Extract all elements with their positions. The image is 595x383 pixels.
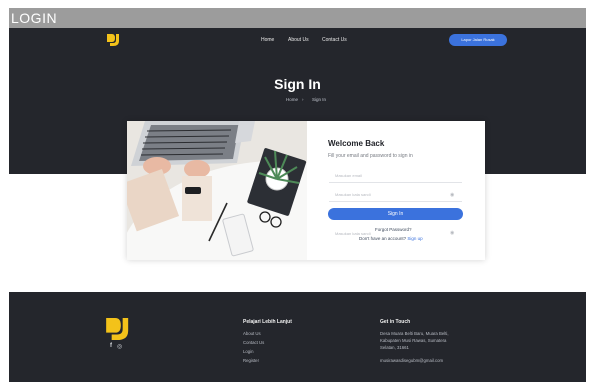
footer-contact-link[interactable]: Contact Us (243, 340, 264, 345)
footer-logo-icon[interactable] (106, 318, 132, 340)
footer-login-link[interactable]: Login (243, 349, 254, 354)
footer-learn-heading: Pelajari Lebih Lanjut (243, 319, 292, 325)
login-photo (127, 121, 307, 260)
register-prompt: Don't have an account? (359, 236, 407, 241)
nav-contact-link[interactable]: Contact Us (322, 37, 347, 43)
eye-icon[interactable]: ◉ (450, 192, 454, 198)
facebook-icon[interactable]: f (110, 343, 112, 349)
nav-about-link[interactable]: About Us (288, 37, 309, 43)
footer-address-line: Kabupaten Musi Rawas, Sumatera (380, 338, 447, 343)
form-subtitle: Fill your email and password to sign in (328, 153, 413, 159)
footer-about-link[interactable]: About Us (243, 331, 261, 336)
logo-icon[interactable] (107, 34, 121, 46)
footer-contact-heading: Get in Touch (380, 319, 411, 325)
footer-email[interactable]: musirawasdisegubm@gmail.com (380, 358, 443, 363)
nav-home-link[interactable]: Home (261, 37, 274, 43)
password-field[interactable]: Masukan kata sandi (329, 188, 462, 202)
instagram-icon[interactable]: ◎ (117, 343, 122, 350)
breadcrumb-home[interactable]: Home (286, 97, 298, 102)
footer-register-link[interactable]: Register (243, 358, 259, 363)
footer-address-line: Selatan, 31661 (380, 345, 409, 350)
sign-up-link[interactable]: Sign up (407, 236, 422, 241)
page-title: Sign In (274, 76, 321, 92)
breadcrumb-current: Sign In (312, 97, 327, 102)
report-road-button[interactable]: Lapor Jalan Rusak (449, 34, 507, 46)
forgot-password-link[interactable]: Forgot Password? (375, 227, 412, 232)
sign-in-button[interactable]: Sign In (328, 208, 463, 220)
email-field[interactable]: Masukan email (329, 169, 462, 183)
footer-address-line: Desa Muara Belti Baru, Muara Belti, (380, 331, 449, 336)
eye-icon-duplicate: ◉ (450, 230, 455, 236)
breadcrumb-separator-icon: › (302, 97, 304, 102)
page-label: LOGIN (9, 8, 586, 28)
form-title: Welcome Back (328, 139, 385, 148)
footer (9, 292, 586, 382)
